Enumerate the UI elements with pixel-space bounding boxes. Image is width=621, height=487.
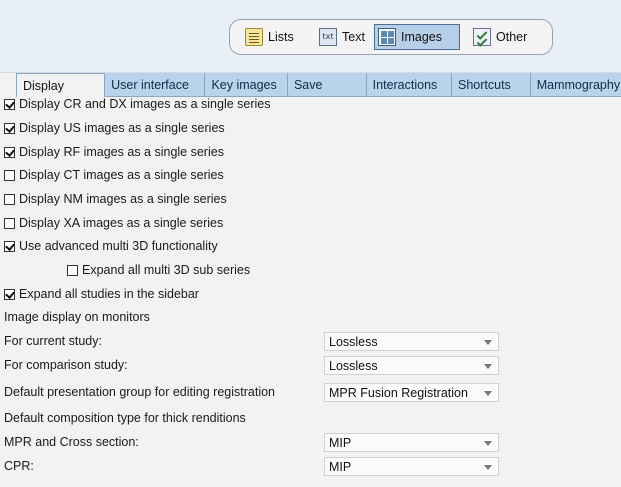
presentation-group-select[interactable]: MPR Fusion Registration [324, 383, 499, 402]
option-ct-single-series[interactable]: Display CT images as a single series [4, 165, 224, 185]
segment-lists-label: Lists [268, 30, 294, 44]
option-label: Expand all multi 3D sub series [82, 263, 251, 277]
category-selector: Lists txt Text Images Other [229, 19, 553, 55]
option-us-single-series[interactable]: Display US images as a single series [4, 118, 225, 138]
presentation-group-label: Default presentation group for editing r… [4, 385, 275, 399]
option-rf-single-series[interactable]: Display RF images as a single series [4, 142, 224, 162]
checkbox[interactable] [4, 288, 15, 300]
text-icon: txt [319, 28, 337, 46]
option-label: Use advanced multi 3D functionality [19, 239, 218, 253]
cpr-label: CPR: [4, 459, 34, 473]
checkbox[interactable] [4, 122, 15, 134]
tab-user-interface[interactable]: User interface [105, 73, 206, 96]
other-icon [473, 28, 491, 46]
chevron-down-icon [484, 340, 492, 345]
select-value: Lossless [329, 334, 378, 349]
segment-images-label: Images [401, 30, 442, 44]
section-heading-thick-renditions: Default composition type for thick rendi… [4, 411, 246, 425]
section-heading-monitors: Image display on monitors [4, 310, 150, 324]
chevron-down-icon [484, 391, 492, 396]
tab-mammography[interactable]: Mammography [531, 73, 621, 96]
segment-lists[interactable]: Lists [242, 24, 297, 50]
lists-icon [245, 28, 263, 46]
checkbox[interactable] [4, 217, 15, 229]
segment-other[interactable]: Other [470, 24, 530, 50]
current-study-select[interactable]: Lossless [324, 332, 499, 351]
comparison-study-label: For comparison study: [4, 358, 128, 372]
option-expand-multi-3d-sub-series[interactable]: Expand all multi 3D sub series [67, 260, 250, 280]
tab-shortcuts[interactable]: Shortcuts [452, 73, 531, 96]
segment-images[interactable]: Images [374, 24, 460, 50]
option-label: Display CT images as a single series [19, 168, 224, 182]
option-advanced-multi-3d[interactable]: Use advanced multi 3D functionality [4, 236, 218, 256]
checkbox[interactable] [4, 240, 15, 252]
checkbox[interactable] [4, 169, 15, 181]
select-value: MIP [329, 459, 352, 474]
current-study-label: For current study: [4, 334, 102, 348]
option-cr-dx-single-series[interactable]: Display CR and DX images as a single ser… [4, 94, 271, 114]
chevron-down-icon [484, 441, 492, 446]
checkbox[interactable] [4, 98, 15, 110]
comparison-study-select[interactable]: Lossless [324, 356, 499, 375]
tab-interactions[interactable]: Interactions [367, 73, 452, 96]
option-label: Display RF images as a single series [19, 145, 224, 159]
option-xa-single-series[interactable]: Display XA images as a single series [4, 213, 223, 233]
segment-text-label: Text [342, 30, 365, 44]
mpr-cross-select[interactable]: MIP [324, 433, 499, 452]
select-value: MIP [329, 435, 352, 450]
select-value: MPR Fusion Registration [329, 385, 468, 400]
option-label: Expand all studies in the sidebar [19, 287, 199, 301]
tab-key-images[interactable]: Key images [205, 73, 288, 96]
top-toolbar: Lists txt Text Images Other [0, 0, 621, 73]
option-label: Display US images as a single series [19, 121, 225, 135]
tab-save[interactable]: Save [288, 73, 367, 96]
option-label: Display XA images as a single series [19, 216, 224, 230]
segment-text[interactable]: txt Text [316, 24, 368, 50]
option-label: Display CR and DX images as a single ser… [19, 97, 271, 111]
checkbox[interactable] [67, 264, 78, 276]
option-expand-studies-sidebar[interactable]: Expand all studies in the sidebar [4, 284, 199, 304]
mpr-cross-label: MPR and Cross section: [4, 435, 139, 449]
cpr-select[interactable]: MIP [324, 457, 499, 476]
select-value: Lossless [329, 358, 378, 373]
option-nm-single-series[interactable]: Display NM images as a single series [4, 189, 227, 209]
chevron-down-icon [484, 364, 492, 369]
option-label: Display NM images as a single series [19, 192, 227, 206]
images-icon [378, 28, 396, 46]
segment-other-label: Other [496, 30, 528, 44]
checkbox[interactable] [4, 193, 15, 205]
chevron-down-icon [484, 465, 492, 470]
checkbox[interactable] [4, 146, 15, 158]
